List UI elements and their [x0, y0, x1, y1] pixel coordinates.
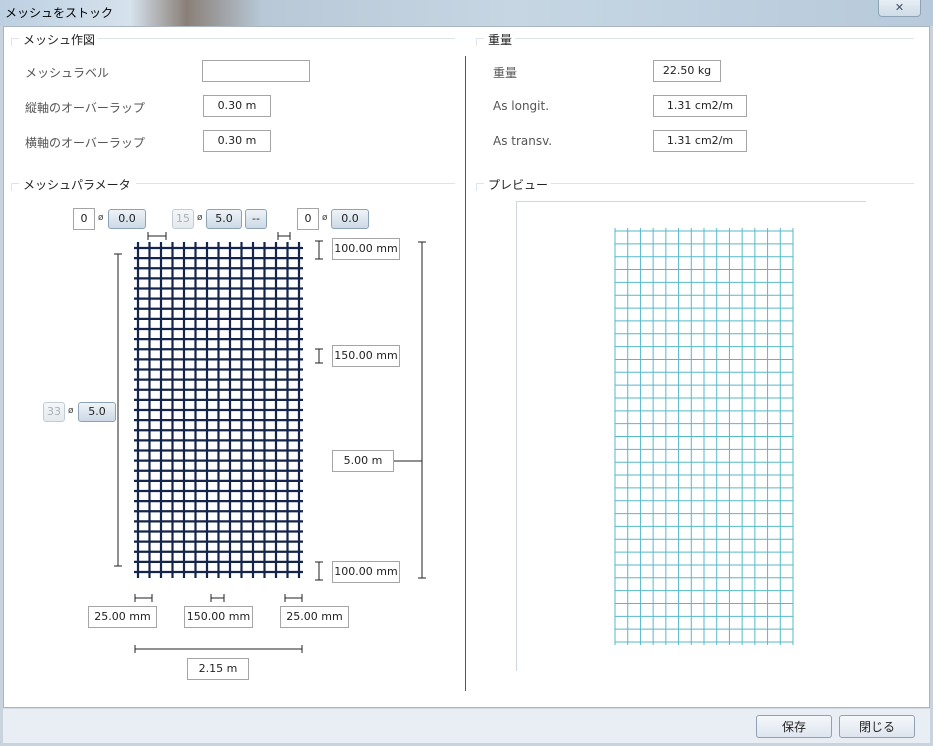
preview-grid: [614, 228, 794, 645]
close-button[interactable]: 閉じる: [839, 715, 915, 738]
save-button[interactable]: 保存: [756, 715, 832, 738]
dialog-footer: 保存 閉じる: [3, 708, 930, 743]
